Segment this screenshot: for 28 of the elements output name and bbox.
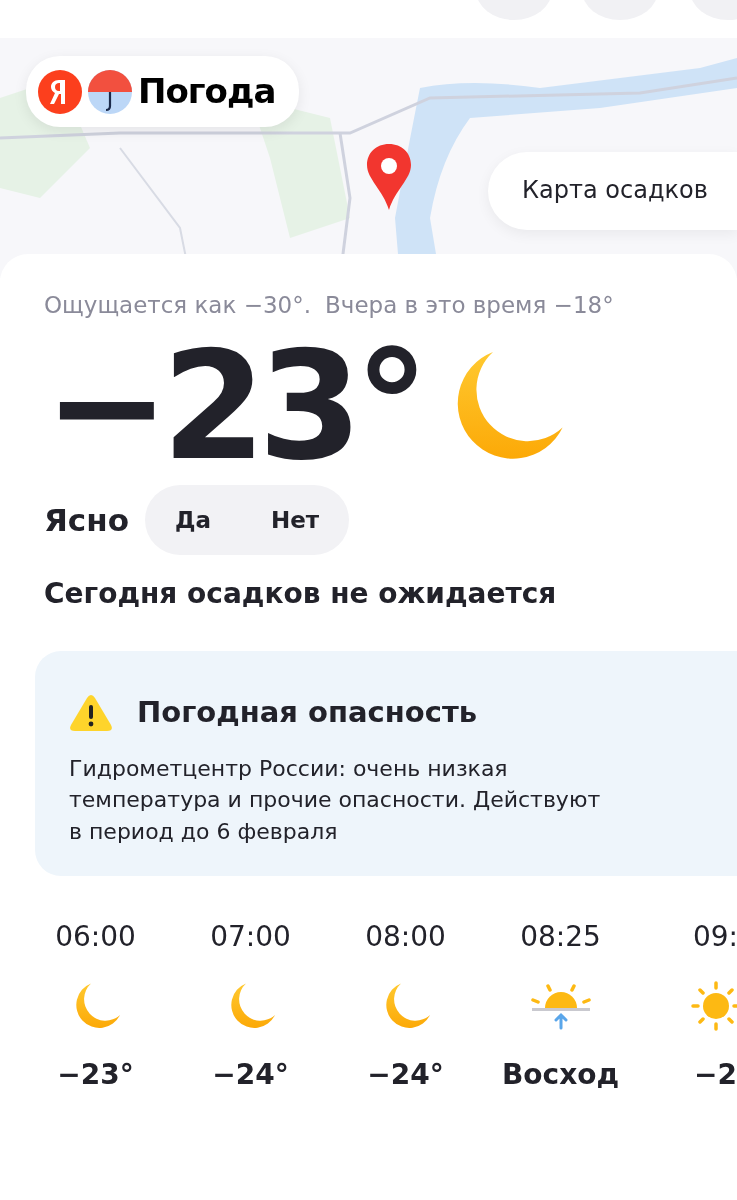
yandex-logo-icon [38,69,82,114]
feedback-button[interactable]: Нет [241,484,350,555]
hour-temperature: −24° [367,1057,444,1094]
hour-time: 08:25 [520,919,601,956]
hour-temperature: −23° [57,1057,134,1094]
feedback-button[interactable]: Да [144,484,241,555]
alert-panel[interactable]: Погодная опасность Гидрометцентр России: очень низкая температура и прочие опасности. Действуют в период до 6 февраля [35,651,737,877]
hour-temperature: −24° [212,1057,289,1094]
condition-text: Ясно [44,500,129,540]
location-pin-icon [364,142,414,212]
logo[interactable]: Погода [26,56,300,127]
temperature: −23° [44,330,422,481]
sun-icon [690,981,737,1032]
hour-temperature: −2 [694,1057,737,1094]
feels-like-text: Ощущается как −30°. [44,291,311,320]
sunrise-icon [530,982,591,1031]
hour-time: 07:00 [210,919,291,956]
alert-text: Гидрометцентр России: очень низкая температура и прочие опасности. Действуют в период до 6 февраля [69,754,602,847]
yesterday-text: Вчера в это время −18° [325,291,614,320]
alert-title: Погодная опасность [137,694,478,731]
warning-icon [69,693,113,732]
hour-time: 08:00 [365,919,446,956]
umbrella-icon [88,69,132,114]
hour-temperature: Восход [501,1057,620,1094]
hour-time: 09: [692,919,737,956]
precipitation-text: Сегодня осадков не ожидается [44,576,558,612]
hour-time: 06:00 [55,919,136,956]
precipitation-map-button[interactable]: Карта осадков [488,152,737,230]
